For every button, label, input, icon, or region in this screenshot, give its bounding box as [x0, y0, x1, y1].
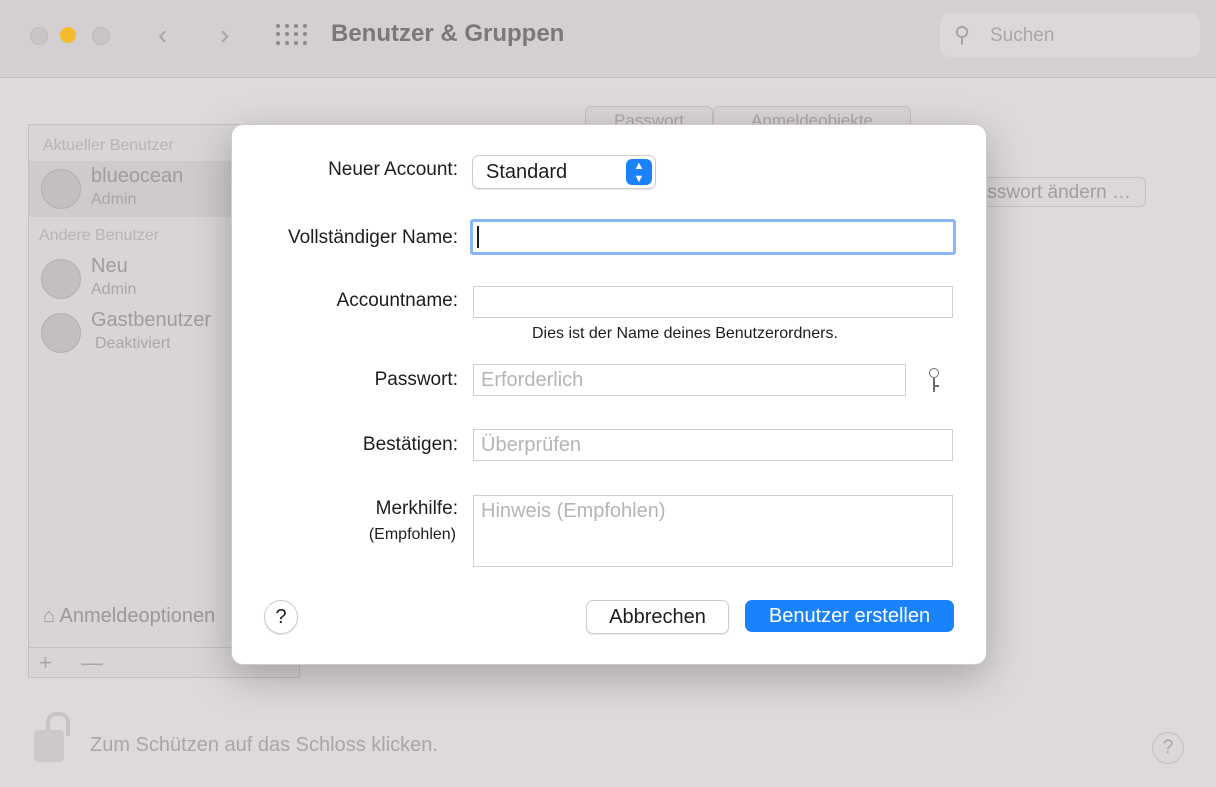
remove-user-button[interactable]: —: [81, 650, 103, 676]
show-all-grid-icon[interactable]: [276, 24, 307, 46]
house-icon: ⌂: [43, 605, 56, 627]
help-button[interactable]: ?: [1152, 732, 1184, 764]
user-name: Gastbenutzer: [91, 309, 212, 331]
search-placeholder: Suchen: [990, 25, 1055, 46]
password-hint-placeholder: Hinweis (Empfohlen): [481, 500, 666, 522]
dialog-help-button[interactable]: ?: [264, 600, 298, 634]
minimize-window-button[interactable]: [60, 27, 76, 43]
zoom-window-button[interactable]: [92, 27, 110, 45]
user-avatar-icon: [41, 169, 81, 209]
window-title: Benutzer & Gruppen: [331, 20, 565, 47]
login-options-label: Anmeldeoptionen: [59, 605, 216, 627]
password-placeholder: Erforderlich: [481, 369, 584, 391]
password-hint-label: Merkhilfe:: [375, 498, 458, 519]
password-hint-field[interactable]: Hinweis (Empfohlen): [473, 495, 953, 567]
lock-hint-text: Zum Schützen auf das Schloss klicken.: [90, 734, 438, 756]
user-role: Deaktiviert: [95, 335, 171, 352]
user-name: Neu: [91, 255, 128, 277]
search-field[interactable]: ⚲ Suchen: [940, 13, 1200, 57]
user-role: Admin: [91, 281, 137, 298]
text-caret: [477, 226, 479, 248]
create-user-button[interactable]: Benutzer erstellen: [745, 600, 954, 632]
cancel-button[interactable]: Abbrechen: [586, 600, 729, 634]
add-user-button[interactable]: +: [39, 650, 52, 676]
account-type-label: Neuer Account:: [328, 159, 458, 180]
account-name-field[interactable]: [473, 286, 953, 318]
account-type-popup[interactable]: Standard ▲ ▼: [472, 155, 656, 189]
popup-arrows-icon: ▲ ▼: [626, 159, 652, 185]
other-users-section-header: Andere Benutzer: [39, 227, 160, 244]
change-password-button[interactable]: Passwort ändern …: [960, 177, 1146, 207]
full-name-field[interactable]: [470, 219, 956, 255]
account-type-value: Standard: [486, 161, 568, 183]
title-bar: ‹ › Benutzer & Gruppen ⚲ Suchen: [0, 0, 1216, 78]
search-icon: ⚲: [954, 22, 971, 47]
user-avatar-icon: [41, 259, 81, 299]
full-name-label: Vollständiger Name:: [287, 227, 458, 248]
back-chevron-icon[interactable]: ‹: [158, 20, 167, 50]
guest-user-icon: [41, 313, 81, 353]
forward-chevron-icon[interactable]: ›: [220, 20, 229, 50]
account-name-label: Accountname:: [336, 290, 458, 311]
verify-label: Bestätigen:: [362, 434, 458, 455]
verify-field[interactable]: Überprüfen: [473, 429, 953, 461]
password-hint-sublabel: (Empfohlen): [368, 526, 456, 543]
new-user-dialog: Neuer Account: Standard ▲ ▼ Vollständiger…: [231, 124, 987, 665]
user-role: Admin: [91, 191, 137, 208]
user-name: blueocean: [91, 165, 184, 187]
current-user-section-header: Aktueller Benutzer: [43, 137, 174, 154]
close-window-button[interactable]: [30, 27, 48, 45]
account-name-hint: Dies ist der Name deines Benutzerordners…: [532, 325, 838, 342]
key-icon[interactable]: [926, 368, 942, 394]
password-label: Passwort:: [374, 369, 458, 390]
login-options-item[interactable]: ⌂ Anmeldeoptionen: [43, 605, 215, 628]
lock-icon[interactable]: [28, 712, 70, 762]
verify-placeholder: Überprüfen: [481, 434, 582, 456]
password-field[interactable]: Erforderlich: [473, 364, 906, 396]
